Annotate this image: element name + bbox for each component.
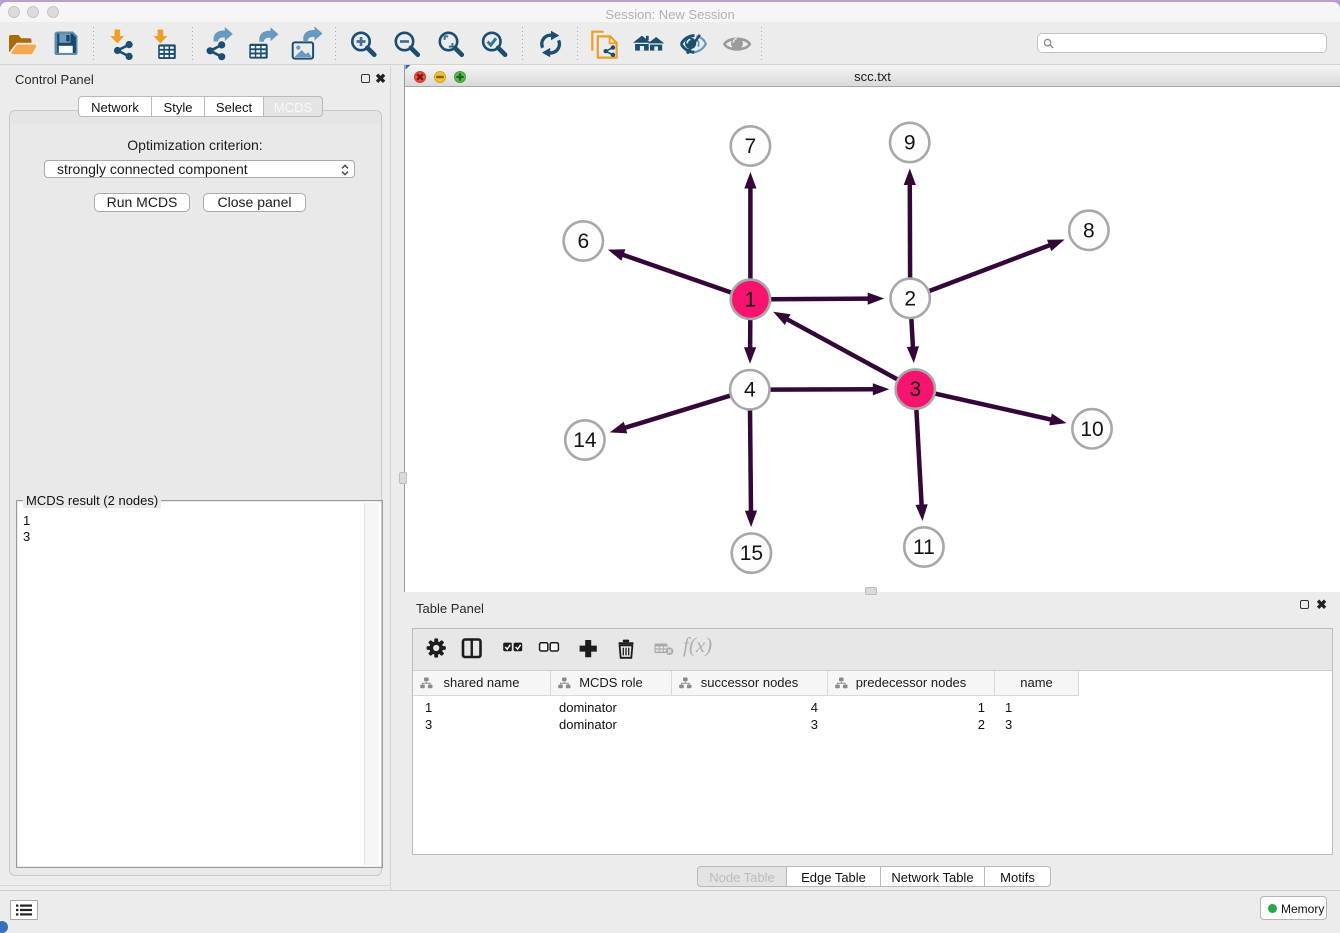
svg-text:10: 10 [1080, 418, 1103, 441]
svg-text:14: 14 [573, 429, 597, 452]
svg-text:3: 3 [909, 378, 921, 401]
svg-text:15: 15 [740, 542, 763, 565]
svg-text:6: 6 [577, 230, 589, 253]
svg-text:11: 11 [913, 536, 935, 559]
svg-text:9: 9 [904, 132, 916, 155]
svg-text:8: 8 [1083, 219, 1095, 242]
svg-text:1: 1 [745, 288, 757, 311]
svg-text:2: 2 [904, 287, 916, 310]
svg-text:7: 7 [745, 135, 757, 158]
svg-text:4: 4 [744, 379, 756, 402]
